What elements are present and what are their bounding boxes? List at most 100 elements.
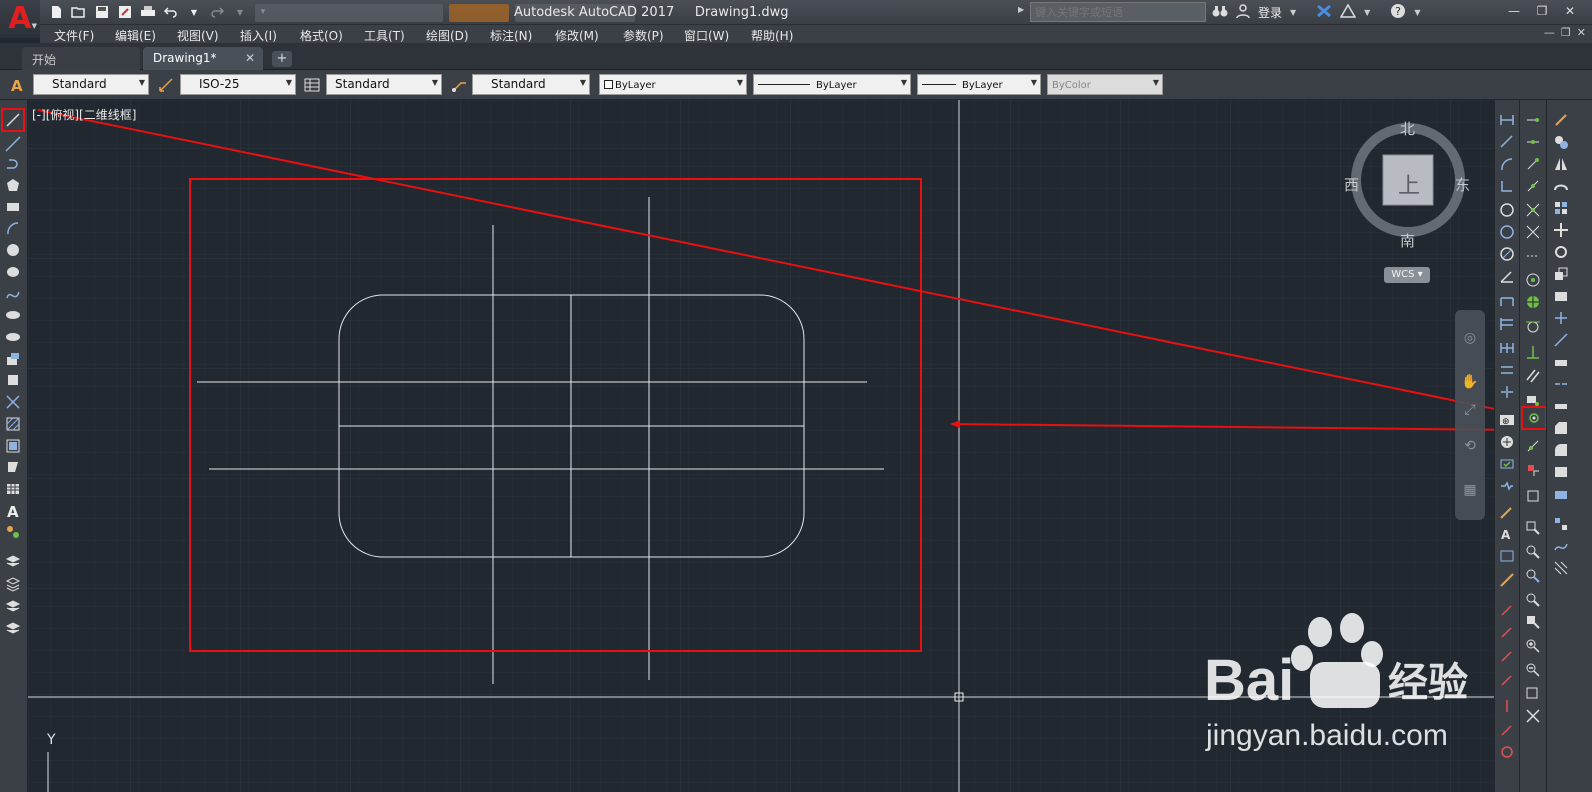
jogged-linear-icon[interactable]: [1497, 476, 1517, 496]
menu-help[interactable]: 帮助(H): [751, 27, 793, 44]
snap-extension-icon[interactable]: [1523, 246, 1543, 266]
aligned-dimension-icon[interactable]: [1497, 132, 1517, 152]
snap-from-icon[interactable]: [1523, 132, 1543, 152]
make-block-icon[interactable]: [3, 370, 23, 390]
dimension-break-icon[interactable]: [1497, 382, 1517, 402]
plot-style-select[interactable]: ByColor ▼: [1047, 74, 1163, 95]
undo-dropdown-icon[interactable]: ▼: [184, 3, 204, 21]
quick-dimension-icon[interactable]: [1497, 292, 1517, 312]
polyline-icon[interactable]: [3, 154, 23, 174]
plot-icon[interactable]: [138, 3, 158, 21]
new-file-icon[interactable]: [46, 3, 66, 21]
close-icon[interactable]: ✕: [1558, 2, 1582, 20]
dimension-style-select[interactable]: ISO-25 ▼: [180, 74, 296, 95]
chamfer-icon[interactable]: [1551, 418, 1571, 438]
tab-start[interactable]: 开始: [22, 47, 140, 70]
mirror-icon[interactable]: [1551, 154, 1571, 174]
blend-curves-icon[interactable]: [1551, 462, 1571, 482]
viewcube-north[interactable]: 北: [1400, 118, 1415, 139]
insert-block-icon[interactable]: [3, 349, 23, 369]
snap-none-icon[interactable]: [1523, 460, 1543, 480]
trim-icon[interactable]: [1551, 308, 1571, 328]
exchange-apps-icon[interactable]: [1316, 4, 1332, 21]
center-mark-icon[interactable]: [1497, 432, 1517, 452]
multileader-style-icon[interactable]: [449, 75, 469, 95]
application-menu-button[interactable]: A ▼: [0, 0, 40, 38]
line-icon[interactable]: [1, 108, 25, 132]
menu-modify[interactable]: 修改(M): [555, 27, 599, 44]
offset-icon[interactable]: [1551, 176, 1571, 196]
collect-leader-icon[interactable]: [1497, 720, 1517, 740]
tab-close-icon[interactable]: ✕: [245, 51, 255, 65]
restore-icon[interactable]: ❐: [1530, 2, 1554, 20]
ordinate-dimension-icon[interactable]: [1497, 176, 1517, 196]
erase-icon[interactable]: [1551, 110, 1571, 130]
lineweight-select[interactable]: ByLayer ▼: [917, 74, 1041, 95]
snap-center-icon[interactable]: [1523, 270, 1543, 290]
rectangle-icon[interactable]: [3, 197, 23, 217]
snap-apparent-intersection-icon[interactable]: [1523, 222, 1543, 242]
menu-edit[interactable]: 编辑(E): [115, 27, 156, 44]
add-leader-icon[interactable]: [1497, 646, 1517, 666]
edit-hatch-icon[interactable]: [1551, 558, 1571, 578]
continue-dimension-icon[interactable]: [1497, 338, 1517, 358]
dimension-update-icon[interactable]: [1497, 546, 1517, 566]
text-style-select[interactable]: Standard ▼: [33, 74, 149, 95]
rotate-icon[interactable]: [1551, 242, 1571, 262]
login-dropdown-icon[interactable]: ▼: [1290, 8, 1296, 17]
copy-icon[interactable]: [1551, 132, 1571, 152]
gradient-icon[interactable]: [3, 436, 23, 456]
linear-dimension-icon[interactable]: [1497, 110, 1517, 130]
zoom-extents-icon[interactable]: [1523, 706, 1543, 726]
color-select[interactable]: ByLayer ▼: [599, 74, 747, 95]
text-style-icon[interactable]: A: [8, 75, 28, 95]
dimension-text-edit-icon[interactable]: A: [1497, 524, 1517, 544]
arc-length-icon[interactable]: [1497, 154, 1517, 174]
dimension-style-icon[interactable]: [156, 75, 176, 95]
construction-line-icon[interactable]: [3, 134, 23, 154]
help-dropdown-icon[interactable]: ▼: [1414, 8, 1420, 17]
linetype-select[interactable]: ByLayer ▼: [753, 74, 911, 95]
menu-view[interactable]: 视图(V): [177, 27, 219, 44]
arc-icon[interactable]: [3, 218, 23, 238]
ellipse-icon[interactable]: [3, 305, 23, 325]
drawing-restore-icon[interactable]: ❐: [1561, 26, 1571, 39]
align-leader-icon[interactable]: [1497, 696, 1517, 716]
layer-walk-icon[interactable]: [3, 596, 23, 616]
menu-format[interactable]: 格式(O): [300, 27, 343, 44]
help-icon[interactable]: ?: [1390, 3, 1406, 22]
break-at-point-icon[interactable]: [1551, 352, 1571, 372]
drawing-close-icon[interactable]: ✕: [1577, 26, 1586, 39]
show-motion-icon[interactable]: ▦: [1460, 480, 1480, 500]
drawing-minimize-icon[interactable]: —: [1544, 26, 1555, 39]
viewcube-south[interactable]: 南: [1400, 230, 1415, 251]
snap-intersection-icon[interactable]: [1523, 200, 1543, 220]
fillet-icon[interactable]: [1551, 440, 1571, 460]
snap-quadrant-icon[interactable]: [1523, 292, 1543, 312]
revision-cloud-icon[interactable]: [3, 262, 23, 282]
snap-tangent-icon[interactable]: [1523, 316, 1543, 336]
explode-icon[interactable]: [1551, 484, 1571, 504]
table-icon[interactable]: [3, 479, 23, 499]
menu-dimension[interactable]: 标注(N): [490, 27, 532, 44]
layer-icon[interactable]: [3, 552, 23, 572]
break-icon[interactable]: [1551, 374, 1571, 394]
scale-icon[interactable]: [1551, 264, 1571, 284]
snap-midpoint-icon[interactable]: [1523, 176, 1543, 196]
hatch-icon[interactable]: [3, 414, 23, 434]
search-input[interactable]: [1030, 2, 1206, 22]
new-tab-button[interactable]: +: [272, 51, 292, 67]
redo-dropdown-icon[interactable]: ▼: [230, 3, 250, 21]
tolerance-icon[interactable]: ⊕: [1497, 410, 1517, 430]
open-file-icon[interactable]: [69, 3, 89, 21]
table-style-icon[interactable]: [302, 75, 322, 95]
baseline-dimension-icon[interactable]: [1497, 314, 1517, 334]
menu-draw[interactable]: 绘图(D): [426, 27, 469, 44]
snap-parallel-icon[interactable]: [1523, 366, 1543, 386]
edit-spline-icon[interactable]: [1551, 536, 1571, 556]
redo-icon[interactable]: [207, 3, 227, 21]
login-button[interactable]: 登录: [1258, 4, 1282, 21]
zoom-window-icon[interactable]: [1523, 518, 1543, 538]
zoom-out-icon[interactable]: [1523, 660, 1543, 680]
zoom-center-icon[interactable]: [1523, 590, 1543, 610]
